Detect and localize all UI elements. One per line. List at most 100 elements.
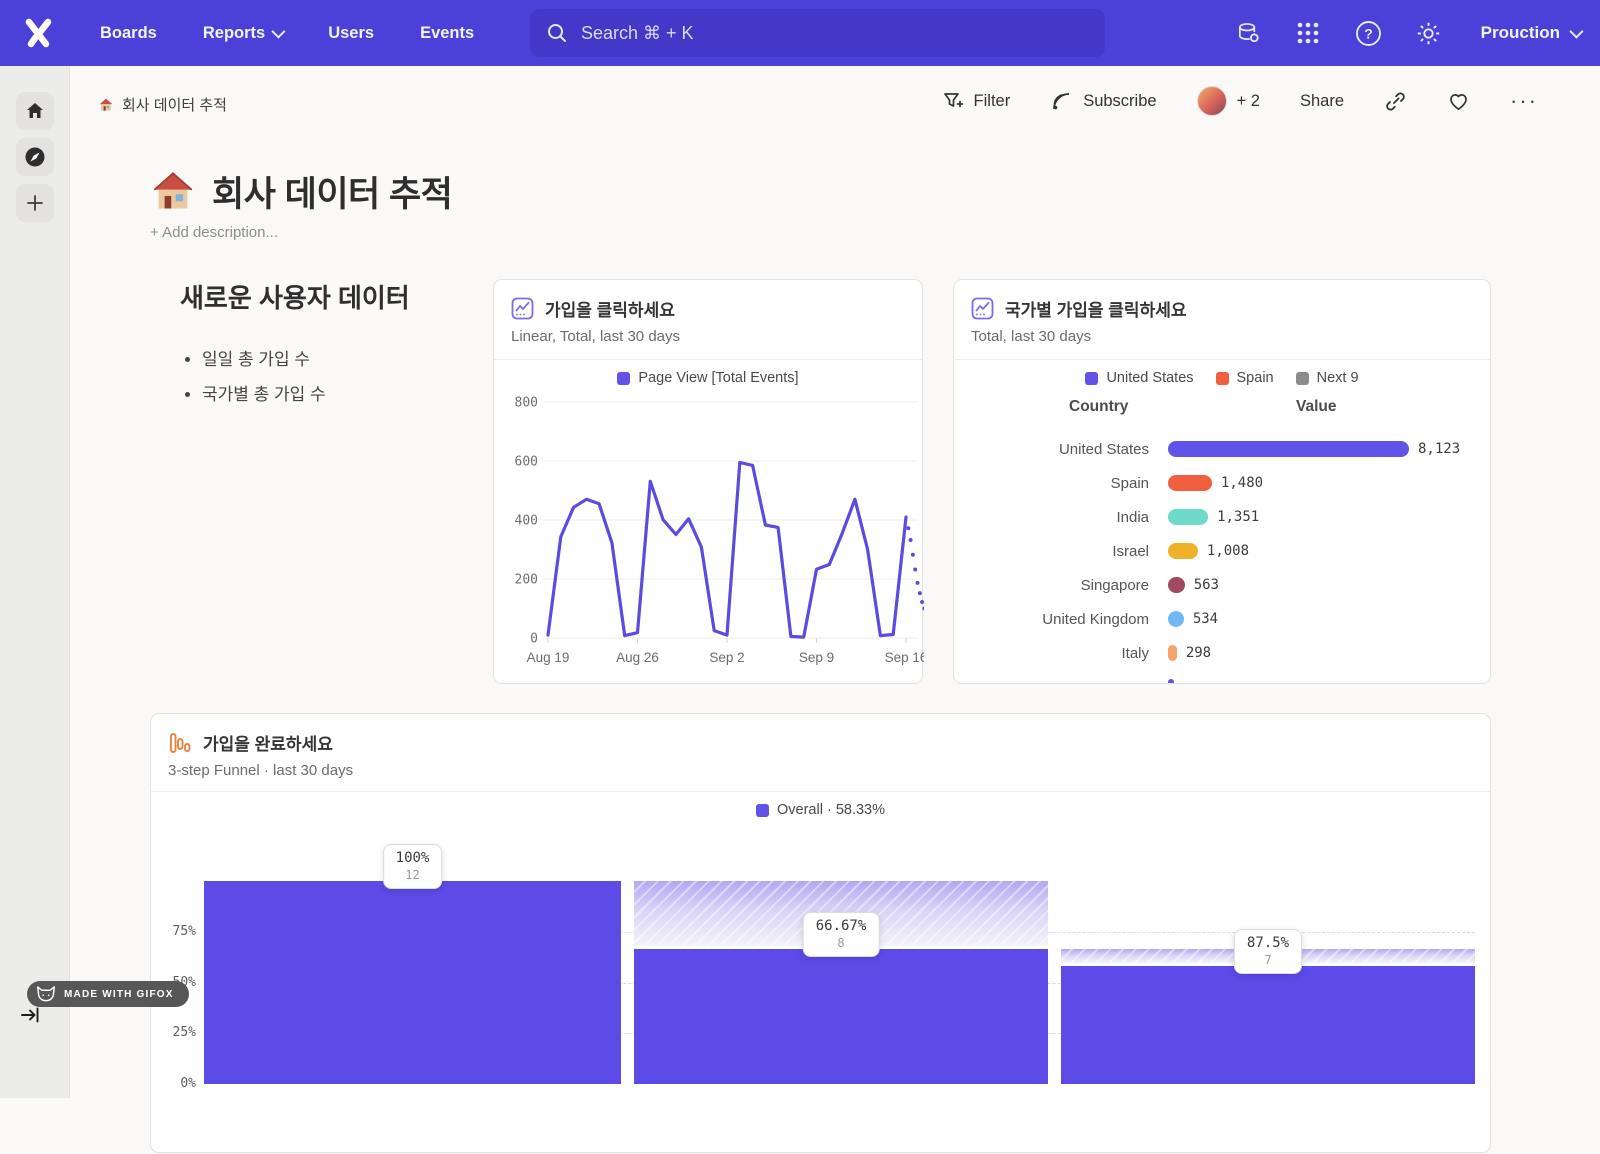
funnel-plot[interactable]: 75%50%25%0%100% 1266.67% 887.5% 7 [151, 714, 1490, 1154]
project-selector[interactable]: Prouction [1481, 23, 1580, 43]
country-label: Spain [954, 475, 1149, 492]
country-bar [1168, 543, 1198, 559]
legend-label: Next 9 [1317, 370, 1359, 386]
country-bar [1168, 645, 1177, 661]
country-bar-card[interactable]: 국가별 가입을 클릭하세요 Total, last 30 days United… [953, 279, 1491, 684]
text-card[interactable]: 새로운 사용자 데이터 일일 총 가입 수 국가별 총 가입 수 [180, 278, 520, 415]
legend-label: Page View [Total Events] [638, 370, 798, 386]
column-header-value[interactable]: Value [1296, 398, 1337, 416]
sidebar-discover-button[interactable] [16, 138, 54, 176]
country-label: India [954, 509, 1149, 526]
search-icon [546, 22, 568, 44]
settings-gear-icon[interactable] [1415, 20, 1442, 47]
y-axis-label: 0% [151, 1076, 196, 1091]
country-bar [1168, 577, 1185, 593]
table-row[interactable]: Israel 1,008 [954, 534, 1490, 568]
main-content: 회사 데이터 추적 Filter Subscribe + 2 [70, 66, 1600, 1098]
svg-text:Sep 2: Sep 2 [709, 650, 744, 665]
funnel-bar[interactable] [1061, 966, 1475, 1084]
legend-item[interactable]: Page View [Total Events] [617, 370, 798, 386]
legend-item[interactable]: United States [1085, 370, 1193, 386]
country-label: United States [954, 441, 1149, 458]
data-settings-icon[interactable] [1235, 20, 1262, 47]
country-value: 298 [1186, 645, 1211, 661]
card-title: 가입을 클릭하세요 [545, 296, 675, 321]
breadcrumb-label: 회사 데이터 추적 [122, 94, 227, 115]
plus-icon [25, 193, 45, 213]
legend-item[interactable]: Spain [1216, 370, 1274, 386]
country-label: Singapore [954, 577, 1149, 594]
gifox-badge[interactable]: MADE WITH GIFOX [27, 981, 189, 1007]
conversion-rate: 87.5% [1247, 935, 1289, 951]
nav-item-label: Users [328, 24, 374, 43]
search-placeholder: Search ⌘ + K [581, 23, 694, 44]
legend-label: Spain [1237, 370, 1274, 386]
copy-link-button[interactable] [1384, 90, 1407, 113]
project-name: Prouction [1481, 23, 1560, 43]
table-row[interactable]: Spain 1,480 [954, 466, 1490, 500]
sidebar-home-button[interactable] [16, 92, 54, 130]
table-row[interactable]: India 1,351 [954, 500, 1490, 534]
svg-text:?: ? [1364, 25, 1373, 41]
share-button[interactable]: Share [1300, 92, 1344, 111]
heart-icon [1447, 90, 1470, 113]
sidebar-add-button[interactable] [16, 184, 54, 222]
board-title[interactable]: 회사 데이터 추적 [212, 166, 452, 217]
country-label: Israel [954, 543, 1149, 560]
house-emoji-icon [98, 97, 114, 113]
column-header-country[interactable]: Country [1069, 398, 1128, 416]
table-row[interactable]: Italy 298 [954, 636, 1490, 670]
subscribe-button[interactable]: Subscribe [1050, 90, 1156, 113]
card-subtitle: Linear, Total, last 30 days [511, 328, 680, 345]
nav-item-events[interactable]: Events [420, 24, 474, 43]
country-value: 8,123 [1418, 441, 1460, 457]
legend-item[interactable]: Next 9 [1296, 370, 1359, 386]
legend-swatch [617, 372, 630, 385]
country-bar [1168, 509, 1208, 525]
mixpanel-logo-icon[interactable] [20, 14, 58, 52]
country-label: Italy [954, 645, 1149, 662]
line-chart-card[interactable]: 가입을 클릭하세요 Linear, Total, last 30 days Pa… [493, 279, 923, 684]
help-icon[interactable]: ? [1355, 20, 1382, 47]
nav-item-label: Events [420, 24, 474, 43]
link-icon [1384, 90, 1407, 113]
filter-button[interactable]: Filter [942, 90, 1011, 112]
funnel-step-tooltip: 87.5% 7 [1234, 929, 1302, 974]
table-row-partial [954, 670, 1490, 684]
page-title: 회사 데이터 추적 [150, 166, 452, 217]
funnel-bar[interactable] [634, 949, 1048, 1084]
nav-item-boards[interactable]: Boards [100, 24, 157, 43]
legend-swatch [1216, 372, 1229, 385]
rss-icon [1050, 90, 1073, 113]
text-card-bullet: 국가별 총 가입 수 [202, 380, 520, 405]
left-sidebar [0, 66, 70, 1098]
add-description-button[interactable]: + Add description... [150, 224, 278, 241]
collaborators[interactable]: + 2 [1197, 86, 1260, 116]
funnel-bar[interactable] [204, 881, 621, 1084]
conversion-rate: 100% [396, 850, 430, 866]
funnel-card[interactable]: 가입을 완료하세요 3-step Funnel · last 30 days O… [150, 713, 1491, 1153]
search-input[interactable]: Search ⌘ + K [530, 9, 1105, 57]
line-chart-plot[interactable]: 0200400600800Aug 19Aug 26Sep 2Sep 9Sep 1… [494, 388, 924, 680]
card-title: 국가별 가입을 클릭하세요 [1005, 296, 1187, 321]
nav-item-reports[interactable]: Reports [203, 24, 282, 43]
divider [494, 359, 922, 360]
divider [954, 359, 1490, 360]
avatar [1197, 86, 1227, 116]
apps-grid-icon[interactable] [1295, 20, 1322, 47]
top-navbar: Boards Reports Users Events Search ⌘ + K [0, 0, 1600, 66]
funnel-step-tooltip: 100% 12 [383, 844, 443, 889]
expand-sidebar-icon[interactable] [21, 1007, 40, 1028]
filter-icon [942, 90, 964, 112]
table-row[interactable]: Singapore 563 [954, 568, 1490, 602]
breadcrumb[interactable]: 회사 데이터 추적 [98, 94, 227, 115]
table-row[interactable]: United Kingdom 534 [954, 602, 1490, 636]
more-options-button[interactable]: ··· [1510, 96, 1538, 106]
table-row[interactable]: United States 8,123 [954, 432, 1490, 466]
svg-text:400: 400 [515, 514, 538, 529]
svg-text:Aug 19: Aug 19 [527, 650, 570, 665]
svg-text:800: 800 [515, 396, 538, 411]
favorite-button[interactable] [1447, 90, 1470, 113]
nav-item-users[interactable]: Users [328, 24, 374, 43]
fox-icon [36, 986, 56, 1002]
